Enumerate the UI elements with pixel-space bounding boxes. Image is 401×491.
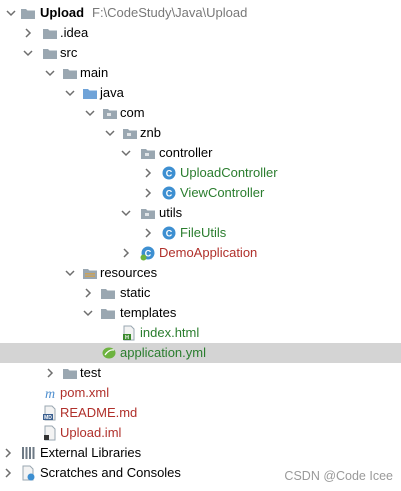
- chevron-down-icon[interactable]: [3, 3, 19, 23]
- tree-row-main[interactable]: main: [0, 63, 401, 83]
- chevron-down-icon[interactable]: [80, 303, 96, 323]
- chevron-right-icon[interactable]: [140, 163, 156, 183]
- java-class-icon: C: [161, 223, 177, 243]
- svg-text:m: m: [45, 387, 55, 402]
- tree-label-test: test: [80, 365, 101, 380]
- chevron-down-icon[interactable]: [20, 43, 36, 63]
- tree-row-znb[interactable]: znb: [0, 123, 401, 143]
- chevron-right-icon[interactable]: [140, 223, 156, 243]
- chevron-right-icon[interactable]: [0, 443, 16, 463]
- tree-label-application-yml: application.yml: [120, 345, 206, 360]
- tree-row-project-root[interactable]: Upload F:\CodeStudy\Java\Upload: [0, 3, 401, 23]
- tree-row-file-utils[interactable]: C FileUtils: [0, 223, 401, 243]
- svg-text:C: C: [166, 169, 173, 179]
- tree-label-scratches: Scratches and Consoles: [40, 465, 181, 480]
- svg-text:H: H: [125, 335, 129, 341]
- tree-label-idea: .idea: [60, 25, 89, 40]
- tree-row-upload-controller[interactable]: C UploadController: [0, 163, 401, 183]
- chevron-down-icon[interactable]: [102, 123, 118, 143]
- project-path: F:\CodeStudy\Java\Upload: [92, 5, 248, 20]
- tree-row-utils[interactable]: utils: [0, 203, 401, 223]
- java-class-icon: C: [161, 163, 177, 183]
- tree-label-demo-application: DemoApplication: [159, 245, 258, 260]
- svg-text:C: C: [166, 189, 173, 199]
- tree-label-static: static: [120, 285, 151, 300]
- java-class-icon: C: [161, 183, 177, 203]
- tree-label-utils: utils: [159, 205, 183, 220]
- tree-label-upload-controller: UploadController: [180, 165, 278, 180]
- tree-label-upload-iml: Upload.iml: [60, 425, 122, 440]
- tree-row-java[interactable]: java: [0, 83, 401, 103]
- folder-icon: [42, 23, 58, 43]
- watermark: CSDN @Code Icee: [284, 469, 393, 483]
- markdown-file-icon: MD: [42, 403, 58, 423]
- tree-label-resources: resources: [100, 265, 158, 280]
- tree-label-templates: templates: [120, 305, 177, 320]
- tree-row-demo-application[interactable]: C DemoApplication: [0, 243, 401, 263]
- chevron-down-icon[interactable]: [82, 103, 98, 123]
- tree-row-view-controller[interactable]: C ViewController: [0, 183, 401, 203]
- tree-row-external-libraries[interactable]: External Libraries: [0, 443, 401, 463]
- folder-icon: [100, 283, 116, 303]
- spring-boot-class-icon: C: [140, 243, 156, 263]
- chevron-right-icon[interactable]: [42, 363, 58, 383]
- folder-icon: [42, 43, 58, 63]
- chevron-down-icon[interactable]: [118, 203, 134, 223]
- tree-row-idea[interactable]: .idea: [0, 23, 401, 43]
- tree-row-src[interactable]: src: [0, 43, 401, 63]
- tree-label-external-libraries: External Libraries: [40, 445, 142, 460]
- tree-label-readme-md: README.md: [60, 405, 138, 420]
- tree-row-templates[interactable]: templates: [0, 303, 401, 323]
- folder-icon: [20, 3, 36, 23]
- tree-row-readme-md[interactable]: MD README.md: [0, 403, 401, 423]
- tree-row-resources[interactable]: resources: [0, 263, 401, 283]
- library-icon: [20, 443, 36, 463]
- tree-label-controller: controller: [159, 145, 213, 160]
- svg-text:MD: MD: [44, 415, 52, 421]
- module-file-icon: [42, 423, 58, 443]
- folder-icon: [62, 363, 78, 383]
- tree-label-java: java: [100, 85, 124, 100]
- spring-config-file-icon: [101, 343, 117, 363]
- svg-text:C: C: [166, 229, 173, 239]
- folder-icon: [100, 303, 116, 323]
- chevron-down-icon[interactable]: [62, 263, 78, 283]
- package-icon: [140, 203, 156, 223]
- package-icon: [102, 103, 118, 123]
- tree-label-com: com: [120, 105, 145, 120]
- chevron-down-icon[interactable]: [62, 83, 78, 103]
- maven-icon: m: [42, 383, 58, 403]
- tree-label-file-utils: FileUtils: [180, 225, 227, 240]
- chevron-right-icon[interactable]: [80, 283, 96, 303]
- package-icon: [122, 123, 138, 143]
- tree-label-src: src: [60, 45, 78, 60]
- tree-row-controller[interactable]: controller: [0, 143, 401, 163]
- tree-row-com[interactable]: com: [0, 103, 401, 123]
- tree-label-pom-xml: pom.xml: [60, 385, 110, 400]
- tree-row-pom-xml[interactable]: m pom.xml: [0, 383, 401, 403]
- package-icon: [140, 143, 156, 163]
- tree-row-index-html[interactable]: H index.html: [0, 323, 401, 343]
- chevron-right-icon[interactable]: [118, 243, 134, 263]
- tree-row-static[interactable]: static: [0, 283, 401, 303]
- project-name: Upload: [40, 5, 85, 20]
- tree-row-upload-iml[interactable]: Upload.iml: [0, 423, 401, 443]
- source-folder-icon: [82, 83, 98, 103]
- html-file-icon: H: [121, 323, 137, 343]
- chevron-right-icon[interactable]: [0, 463, 16, 483]
- scratches-icon: [20, 463, 36, 483]
- folder-icon: [62, 63, 78, 83]
- tree-label-main: main: [80, 65, 109, 80]
- chevron-down-icon[interactable]: [42, 63, 58, 83]
- chevron-right-icon[interactable]: [20, 23, 36, 43]
- tree-row-test[interactable]: test: [0, 363, 401, 383]
- tree-label-view-controller: ViewController: [180, 185, 265, 200]
- resources-folder-icon: [82, 263, 98, 283]
- tree-row-application-yml[interactable]: application.yml: [0, 343, 401, 363]
- chevron-right-icon[interactable]: [140, 183, 156, 203]
- tree-label-znb: znb: [140, 125, 161, 140]
- chevron-down-icon[interactable]: [118, 143, 134, 163]
- tree-label-index-html: index.html: [140, 325, 200, 340]
- project-tree: Upload F:\CodeStudy\Java\Upload .idea sr…: [0, 0, 401, 491]
